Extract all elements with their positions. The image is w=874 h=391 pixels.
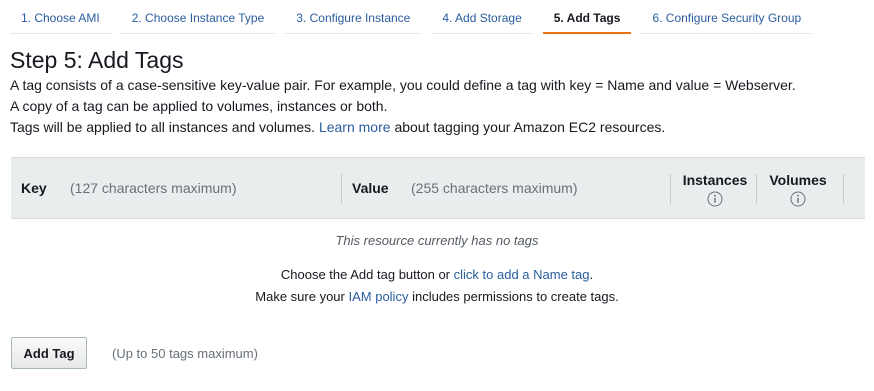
volumes-column-header: Volumes bbox=[762, 172, 834, 210]
column-divider bbox=[670, 174, 671, 204]
step-add-storage[interactable]: 4. Add Storage bbox=[431, 0, 533, 34]
column-divider bbox=[756, 174, 757, 204]
page-title: Step 5: Add Tags bbox=[10, 47, 184, 73]
tag-limit-hint: (Up to 50 tags maximum) bbox=[112, 346, 258, 361]
iam-policy-after: includes permissions to create tags. bbox=[412, 289, 619, 304]
info-circle-icon[interactable] bbox=[790, 191, 806, 207]
value-column-header: Value bbox=[352, 180, 389, 196]
intro-text: A tag consists of a case-sensitive key-v… bbox=[10, 75, 796, 138]
value-column-hint: (255 characters maximum) bbox=[411, 180, 578, 196]
step-configure-security-group[interactable]: 6. Configure Security Group bbox=[641, 0, 813, 34]
add-name-tag-before: Choose the Add tag button or bbox=[280, 267, 451, 282]
step-choose-instance-type[interactable]: 2. Choose Instance Type bbox=[120, 0, 276, 34]
empty-state-message: This resource currently has no tags bbox=[335, 233, 539, 248]
instances-column-label: Instances bbox=[682, 172, 748, 188]
instances-column-header: Instances bbox=[679, 172, 751, 210]
key-column-header: Key bbox=[21, 180, 47, 196]
iam-policy-link[interactable]: IAM policy bbox=[348, 289, 408, 304]
add-tags-page: 1. Choose AMI 2. Choose Instance Type 3.… bbox=[0, 0, 874, 391]
step-add-tags[interactable]: 5. Add Tags bbox=[542, 0, 632, 34]
info-circle-icon[interactable] bbox=[707, 191, 723, 207]
step-configure-instance[interactable]: 3. Configure Instance bbox=[285, 0, 422, 34]
add-name-tag-after: . bbox=[589, 267, 594, 282]
tags-table-header: Key (127 characters maximum) Value (255 … bbox=[11, 157, 865, 219]
intro-line-3-before: Tags will be applied to all instances an… bbox=[10, 119, 316, 135]
learn-more-link[interactable]: Learn more bbox=[319, 119, 391, 135]
volumes-column-label: Volumes bbox=[769, 172, 827, 188]
iam-policy-line: Make sure your IAM policy includes permi… bbox=[0, 289, 874, 304]
add-name-tag-line: Choose the Add tag button or click to ad… bbox=[0, 267, 874, 282]
key-column-hint: (127 characters maximum) bbox=[70, 180, 237, 196]
step-choose-ami[interactable]: 1. Choose AMI bbox=[10, 0, 111, 34]
column-divider bbox=[843, 174, 844, 204]
wizard-steps: 1. Choose AMI 2. Choose Instance Type 3.… bbox=[10, 0, 822, 34]
intro-line-3-after: about tagging your Amazon EC2 resources. bbox=[394, 119, 666, 135]
add-tag-button[interactable]: Add Tag bbox=[11, 337, 87, 369]
intro-line-1: A tag consists of a case-sensitive key-v… bbox=[10, 77, 796, 93]
intro-line-3: Tags will be applied to all instances an… bbox=[10, 117, 796, 138]
column-divider bbox=[341, 174, 342, 204]
add-name-tag-link[interactable]: click to add a Name tag bbox=[454, 267, 590, 282]
intro-line-2: A copy of a tag can be applied to volume… bbox=[10, 98, 388, 114]
iam-policy-before: Make sure your bbox=[255, 289, 345, 304]
